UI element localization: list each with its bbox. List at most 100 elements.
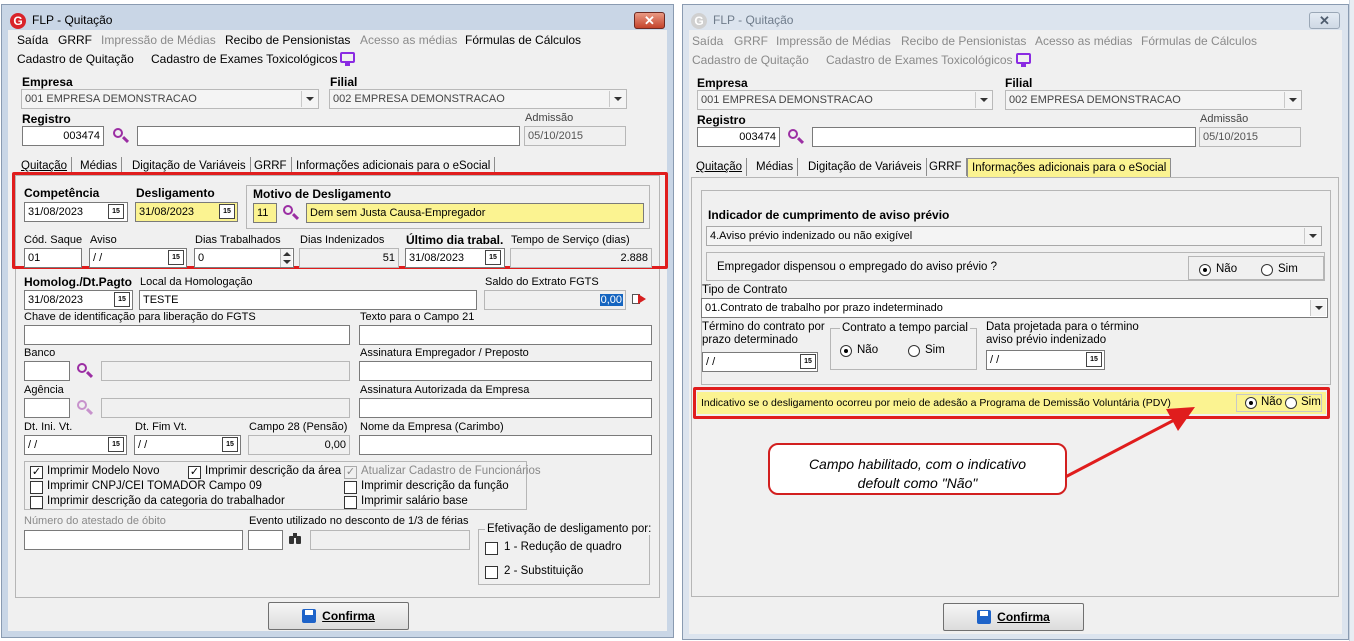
checkbox-desc-area[interactable]: ✓ [188, 466, 201, 479]
ultimo-dia-label: Último dia trabal. [406, 233, 504, 247]
chevron-down-icon [1310, 300, 1326, 316]
data-projetada-label-1: Data projetada para o término [986, 321, 1139, 333]
menu-grrf[interactable]: GRRF [58, 33, 92, 47]
checkbox-cnpj-tomador[interactable] [30, 481, 43, 494]
reducao-quadro-label: 1 - Redução de quadro [504, 541, 622, 553]
chave-fgts-label: Chave de identificação para liberação do… [24, 311, 256, 323]
cod-saque-input[interactable]: 01 [24, 248, 82, 268]
registro-input[interactable]: 003474 [697, 127, 780, 147]
checkbox-desc-funcao[interactable] [344, 481, 357, 494]
menu-impressao-medias[interactable]: Impressão de Médias [101, 33, 216, 47]
menu-grrf[interactable]: GRRF [734, 34, 768, 48]
radio-parcial-sim[interactable] [908, 345, 920, 357]
search-icon[interactable] [787, 128, 805, 146]
checkbox-modelo-novo[interactable]: ✓ [30, 466, 43, 479]
menu-impressao-medias[interactable]: Impressão de Médias [776, 34, 891, 48]
menu-acesso-medias[interactable]: Acesso as médias [360, 33, 457, 47]
agencia-input[interactable] [24, 398, 70, 418]
calendar-icon[interactable]: 15 [168, 250, 184, 265]
checkbox-salario-base[interactable] [344, 496, 357, 509]
left-confirm-label: Confirma [322, 609, 375, 623]
local-homologacao-input[interactable]: TESTE [139, 290, 477, 310]
registro-label: Registro [22, 112, 71, 126]
checkbox-reducao-quadro[interactable] [485, 542, 498, 555]
monitor-icon [1016, 53, 1031, 64]
parcial-sim-label: Sim [925, 344, 945, 356]
campo28-value: 0,00 [248, 435, 350, 455]
radio-dispensou-sim[interactable] [1261, 264, 1273, 276]
registro-input[interactable]: 003474 [22, 126, 104, 146]
chevron-down-icon [1284, 92, 1300, 108]
menu-cadastro-exames[interactable]: Cadastro de Exames Toxicológicos [151, 52, 338, 66]
motivo-code-input[interactable]: 11 [253, 203, 277, 223]
texto-campo21-input[interactable] [359, 325, 652, 345]
search-icon[interactable] [112, 127, 130, 145]
menu-acesso-medias[interactable]: Acesso as médias [1035, 34, 1132, 48]
checkbox-atualizar-cadastro[interactable]: ✓ [344, 466, 357, 479]
menu-formulas-calculos[interactable]: Fórmulas de Cálculos [1141, 34, 1257, 48]
menu-cadastro-quitacao[interactable]: Cadastro de Quitação [692, 53, 809, 67]
search-icon[interactable] [76, 362, 94, 380]
calendar-icon[interactable]: 15 [219, 204, 235, 219]
termino-label-2: prazo determinado [702, 334, 798, 346]
menu-recibo-pensionistas[interactable]: Recibo de Pensionistas [901, 34, 1026, 48]
search-icon[interactable] [76, 399, 94, 417]
tab-informacoes-esocial[interactable]: Informações adicionais para o eSocial [967, 158, 1172, 177]
menu-cadastro-quitacao[interactable]: Cadastro de Quitação [17, 52, 134, 66]
dias-trabalhados-input[interactable]: 0 [194, 248, 294, 268]
nome-empresa-input[interactable] [359, 435, 652, 455]
checkbox-desc-categoria[interactable] [30, 496, 43, 509]
checkbox-substituicao[interactable] [485, 566, 498, 579]
left-window-title: FLP - Quitação [32, 13, 113, 27]
calendar-icon[interactable]: 15 [108, 437, 124, 452]
radio-dispensou-nao[interactable] [1199, 264, 1211, 276]
filial-select[interactable]: 002 EMPRESA DEMONSTRACAO [1005, 90, 1302, 110]
assinatura-autorizada-input[interactable] [359, 398, 652, 418]
calendar-icon[interactable]: 15 [800, 354, 816, 369]
menu-formulas-calculos[interactable]: Fórmulas de Cálculos [465, 33, 581, 47]
empresa-select[interactable]: 001 EMPRESA DEMONSTRACAO [697, 90, 993, 110]
assinatura-empregador-input[interactable] [359, 361, 652, 381]
menu-cadastro-exames[interactable]: Cadastro de Exames Toxicológicos [826, 53, 1013, 67]
annotation-callout: Campo habilitado, com o indicativo defou… [768, 443, 1067, 495]
atestado-obito-input[interactable] [24, 530, 243, 550]
menu-saida[interactable]: Saída [692, 34, 723, 48]
menu-recibo-pensionistas[interactable]: Recibo de Pensionistas [225, 33, 350, 47]
filial-label: Filial [330, 75, 358, 89]
tab-digitacao-variaveis[interactable]: Digitação de Variáveis [804, 158, 927, 176]
registro-name-input[interactable] [137, 126, 520, 146]
save-icon [302, 609, 317, 623]
banco-name-value [101, 361, 350, 381]
saldo-fgts-input[interactable]: 0,00 [484, 290, 626, 310]
calendar-icon[interactable]: 15 [114, 292, 130, 307]
dt-fim-vt-label: Dt. Fim Vt. [135, 421, 187, 433]
calendar-icon[interactable]: 15 [1086, 352, 1102, 367]
binoculars-icon[interactable] [289, 533, 302, 544]
calendar-icon[interactable]: 15 [485, 250, 501, 265]
tipo-contrato-select[interactable]: 01.Contrato de trabalho por prazo indete… [701, 298, 1328, 318]
menu-saida[interactable]: Saída [17, 33, 48, 47]
tab-quitacao[interactable]: Quitação [692, 158, 748, 176]
filial-select[interactable]: 002 EMPRESA DEMONSTRACAO [329, 89, 627, 109]
radio-parcial-nao[interactable] [840, 345, 852, 357]
right-close-button[interactable]: ✕ [1309, 12, 1340, 29]
left-close-button[interactable]: ✕ [634, 12, 665, 29]
empresa-select[interactable]: 001 EMPRESA DEMONSTRACAO [21, 89, 319, 109]
registro-name-input[interactable] [812, 127, 1196, 147]
right-confirm-button[interactable]: Confirma [943, 603, 1084, 631]
motivo-desc-input[interactable]: Dem sem Justa Causa-Empregador [306, 203, 644, 223]
banco-input[interactable] [24, 361, 70, 381]
tab-medias[interactable]: Médias [752, 158, 799, 176]
left-confirm-button[interactable]: Confirma [268, 602, 409, 630]
search-icon[interactable] [282, 204, 300, 222]
indicador-aviso-select[interactable]: 4.Aviso prévio indenizado ou não exigíve… [706, 226, 1322, 246]
monitor-stand [345, 63, 350, 66]
chave-fgts-input[interactable] [24, 325, 350, 345]
evento-ferias-input[interactable] [248, 530, 283, 550]
export-icon[interactable] [632, 292, 646, 306]
calendar-icon[interactable]: 15 [222, 437, 238, 452]
tab-grrf[interactable]: GRRF [925, 158, 967, 176]
spinner-icon[interactable] [280, 249, 292, 267]
calendar-icon[interactable]: 15 [108, 204, 124, 219]
highlight-box-pdv [693, 387, 1330, 419]
